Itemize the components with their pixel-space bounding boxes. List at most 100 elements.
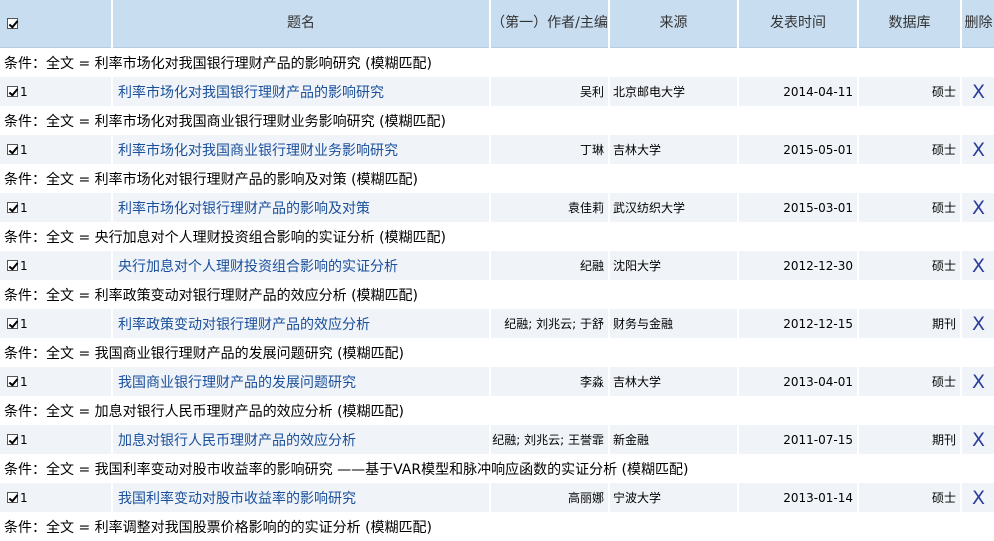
database-cell: 硕士 bbox=[859, 251, 960, 280]
condition-row: 条件：全文 = 利率市场化对我国银行理财产品的影响研究 (模糊匹配) bbox=[0, 48, 994, 77]
header-source[interactable]: 来源 bbox=[610, 0, 737, 48]
paper-title-link[interactable]: 利率市场化对我国银行理财产品的影响研究 bbox=[113, 85, 384, 101]
condition-row: 条件：全文 = 利率市场化对银行理财产品的影响及对策 (模糊匹配) bbox=[0, 164, 994, 193]
title-cell: 利率市场化对我国商业银行理财业务影响研究 bbox=[113, 135, 489, 164]
title-cell: 我国商业银行理财产品的发展问题研究 bbox=[113, 367, 489, 396]
header-database[interactable]: 数据库 bbox=[859, 0, 960, 48]
delete-button[interactable]: X bbox=[972, 429, 985, 451]
condition-text: 条件：全文 = 利率政策变动对银行理财产品的效应分析 (模糊匹配) bbox=[4, 287, 419, 304]
select-all-header bbox=[0, 0, 111, 48]
delete-button[interactable]: X bbox=[972, 255, 985, 277]
row-checkbox[interactable] bbox=[7, 86, 18, 98]
header-title[interactable]: 题名 bbox=[113, 0, 489, 48]
table-header-row: 题名 （第一）作者/主编 来源 发表时间 数据库 删除 bbox=[0, 0, 994, 48]
table-row: 1 利率政策变动对银行理财产品的效应分析 纪融; 刘兆云; 于舒 财务与金融 2012-… bbox=[0, 309, 994, 338]
delete-button[interactable]: X bbox=[972, 139, 985, 161]
title-cell: 加息对银行人民币理财产品的效应分析 bbox=[113, 425, 489, 454]
header-author[interactable]: （第一）作者/主编 bbox=[491, 0, 608, 48]
table-row: 1 利率市场化对我国商业银行理财业务影响研究 丁琳 吉林大学 2015-05-01 硕士 X bbox=[0, 135, 994, 164]
paper-title-link[interactable]: 我国利率变动对股市收益率的影响研究 bbox=[113, 491, 356, 507]
paper-title-link[interactable]: 利率市场化对银行理财产品的影响及对策 bbox=[113, 201, 370, 217]
delete-cell: X bbox=[962, 251, 994, 280]
date-cell: 2014-04-11 bbox=[739, 77, 857, 106]
row-number: 1 bbox=[20, 432, 28, 447]
delete-button[interactable]: X bbox=[972, 371, 985, 393]
author-cell: 丁琳 bbox=[491, 135, 608, 164]
table-row: 1 加息对银行人民币理财产品的效应分析 纪融; 刘兆云; 王誉霏 新金融 2011-07… bbox=[0, 425, 994, 454]
condition-row: 条件：全文 = 利率政策变动对银行理财产品的效应分析 (模糊匹配) bbox=[0, 280, 994, 309]
source-cell: 财务与金融 bbox=[610, 309, 737, 338]
database-cell: 硕士 bbox=[859, 135, 960, 164]
paper-title-link[interactable]: 央行加息对个人理财投资组合影响的实证分析 bbox=[113, 259, 398, 275]
delete-cell: X bbox=[962, 483, 994, 512]
row-checkbox[interactable] bbox=[7, 492, 18, 504]
condition-text: 条件：全文 = 利率市场化对我国银行理财产品的影响研究 (模糊匹配) bbox=[4, 55, 433, 72]
row-checkbox[interactable] bbox=[7, 260, 18, 272]
row-select-cell: 1 bbox=[0, 193, 111, 222]
row-select-cell: 1 bbox=[0, 251, 111, 280]
condition-row: 条件：全文 = 我国商业银行理财产品的发展问题研究 (模糊匹配) bbox=[0, 338, 994, 367]
row-checkbox[interactable] bbox=[7, 144, 18, 156]
condition-row: 条件：全文 = 我国利率变动对股市收益率的影响研究 ——基于VAR模型和脉冲响应… bbox=[0, 454, 994, 483]
row-number: 1 bbox=[20, 490, 28, 505]
delete-cell: X bbox=[962, 77, 994, 106]
delete-button[interactable]: X bbox=[972, 487, 985, 509]
delete-cell: X bbox=[962, 367, 994, 396]
database-cell: 硕士 bbox=[859, 77, 960, 106]
paper-title-link[interactable]: 利率政策变动对银行理财产品的效应分析 bbox=[113, 317, 370, 333]
title-cell: 利率市场化对我国银行理财产品的影响研究 bbox=[113, 77, 489, 106]
paper-title-link[interactable]: 利率市场化对我国商业银行理财业务影响研究 bbox=[113, 143, 398, 159]
row-number: 1 bbox=[20, 374, 28, 389]
delete-button[interactable]: X bbox=[972, 313, 985, 335]
row-select-cell: 1 bbox=[0, 77, 111, 106]
author-cell: 吴利 bbox=[491, 77, 608, 106]
row-select-cell: 1 bbox=[0, 135, 111, 164]
row-select-cell: 1 bbox=[0, 367, 111, 396]
database-cell: 硕士 bbox=[859, 193, 960, 222]
row-number: 1 bbox=[20, 84, 28, 99]
source-cell: 沈阳大学 bbox=[610, 251, 737, 280]
date-cell: 2012-12-15 bbox=[739, 309, 857, 338]
table-row: 1 我国利率变动对股市收益率的影响研究 高丽娜 宁波大学 2013-01-14 硕士 X bbox=[0, 483, 994, 512]
condition-text: 条件：全文 = 我国商业银行理财产品的发展问题研究 (模糊匹配) bbox=[4, 345, 405, 362]
author-cell: 高丽娜 bbox=[491, 483, 608, 512]
row-checkbox[interactable] bbox=[7, 376, 18, 388]
condition-text: 条件：全文 = 利率调整对我国股票价格影响的的实证分析 (模糊匹配) bbox=[4, 519, 433, 536]
delete-button[interactable]: X bbox=[972, 81, 985, 103]
source-cell: 宁波大学 bbox=[610, 483, 737, 512]
table-row: 1 我国商业银行理财产品的发展问题研究 李淼 吉林大学 2013-04-01 硕士 X bbox=[0, 367, 994, 396]
author-cell: 李淼 bbox=[491, 367, 608, 396]
table-row: 1 利率市场化对我国银行理财产品的影响研究 吴利 北京邮电大学 2014-04-11 硕士… bbox=[0, 77, 994, 106]
database-cell: 期刊 bbox=[859, 425, 960, 454]
row-number: 1 bbox=[20, 200, 28, 215]
database-cell: 硕士 bbox=[859, 367, 960, 396]
source-cell: 吉林大学 bbox=[610, 135, 737, 164]
row-checkbox[interactable] bbox=[7, 202, 18, 214]
database-cell: 硕士 bbox=[859, 483, 960, 512]
date-cell: 2013-04-01 bbox=[739, 367, 857, 396]
paper-title-link[interactable]: 我国商业银行理财产品的发展问题研究 bbox=[113, 375, 356, 391]
condition-row: 条件：全文 = 利率市场化对我国商业银行理财业务影响研究 (模糊匹配) bbox=[0, 106, 994, 135]
date-cell: 2012-12-30 bbox=[739, 251, 857, 280]
delete-button[interactable]: X bbox=[972, 197, 985, 219]
delete-cell: X bbox=[962, 135, 994, 164]
author-cell: 纪融; 刘兆云; 王誉霏 bbox=[491, 425, 608, 454]
paper-title-link[interactable]: 加息对银行人民币理财产品的效应分析 bbox=[113, 433, 356, 449]
date-cell: 2011-07-15 bbox=[739, 425, 857, 454]
delete-cell: X bbox=[962, 309, 994, 338]
row-select-cell: 1 bbox=[0, 425, 111, 454]
source-cell: 新金融 bbox=[610, 425, 737, 454]
date-cell: 2013-01-14 bbox=[739, 483, 857, 512]
row-checkbox[interactable] bbox=[7, 434, 18, 446]
condition-text: 条件：全文 = 我国利率变动对股市收益率的影响研究 ——基于VAR模型和脉冲响应… bbox=[4, 461, 689, 478]
header-date[interactable]: 发表时间 bbox=[739, 0, 857, 48]
row-select-cell: 1 bbox=[0, 483, 111, 512]
condition-text: 条件：全文 = 加息对银行人民币理财产品的效应分析 (模糊匹配) bbox=[4, 403, 405, 420]
condition-row: 条件：全文 = 利率调整对我国股票价格影响的的实证分析 (模糊匹配) bbox=[0, 512, 994, 541]
title-cell: 利率市场化对银行理财产品的影响及对策 bbox=[113, 193, 489, 222]
condition-text: 条件：全文 = 利率市场化对银行理财产品的影响及对策 (模糊匹配) bbox=[4, 171, 419, 188]
select-all-checkbox[interactable] bbox=[7, 17, 18, 29]
row-checkbox[interactable] bbox=[7, 318, 18, 330]
condition-text: 条件：全文 = 央行加息对个人理财投资组合影响的实证分析 (模糊匹配) bbox=[4, 229, 447, 246]
results-table: 题名 （第一）作者/主编 来源 发表时间 数据库 删除 条件：全文 = 利率市场… bbox=[0, 0, 994, 541]
